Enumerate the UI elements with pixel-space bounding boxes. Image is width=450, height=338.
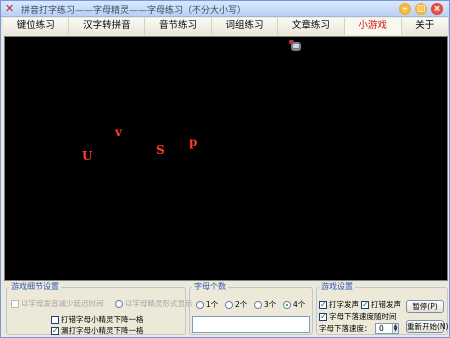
group-legend: 游戏细节设置: [11, 282, 59, 291]
tab-mini-game[interactable]: 小游戏: [344, 18, 402, 35]
speed-label: 字母下落速度：: [319, 324, 372, 333]
radio-icon[interactable]: [254, 300, 262, 309]
spin-arrows-icon[interactable]: ▲ ▼: [392, 324, 398, 333]
falling-letter: U: [82, 149, 93, 163]
restart-button[interactable]: 重新开始(N): [406, 320, 448, 333]
option-wrong-key-drop[interactable]: 打错字母小精灵下降一格: [51, 315, 144, 324]
typing-input[interactable]: [192, 316, 310, 333]
falling-letter: S: [156, 143, 165, 157]
gear-icon: [289, 40, 303, 53]
radio-count-2[interactable]: 2个: [225, 300, 247, 309]
tab-key-position[interactable]: 键位练习: [3, 18, 70, 35]
checkbox-icon[interactable]: [319, 300, 327, 309]
falling-letter: p: [189, 135, 198, 149]
game-settings-group: 游戏设置 打字发声 打错发声 字母下落速度随时间 字母下落速度： 0 ▲▼ 暂停…: [316, 283, 448, 335]
option-error-sound[interactable]: 打错发声: [361, 300, 401, 309]
window-title: 拼音打字练习——字母精灵——字母练习（不分大小写）: [21, 6, 247, 16]
control-panel: 游戏细节设置 以字母发音减少延迟时间 以字母精灵形式显示 打错字母小精灵下降一格…: [4, 283, 448, 337]
letter-count-group: 字母个数 1个 2个 3个 4个: [189, 283, 313, 335]
checkbox-icon[interactable]: [319, 312, 327, 321]
title-bar: ✕ 拼音打字练习——字母精灵——字母练习（不分大小写） – □ ×: [1, 1, 449, 17]
radio-count-4[interactable]: 4个: [283, 300, 305, 309]
checkbox-icon[interactable]: [51, 326, 59, 335]
group-legend: 字母个数: [194, 282, 226, 291]
checkbox-icon[interactable]: [51, 315, 59, 324]
game-area[interactable]: v U S p: [4, 36, 448, 281]
game-detail-settings-group: 游戏细节设置 以字母发音减少延迟时间 以字母精灵形式显示 打错字母小精灵下降一格…: [6, 282, 193, 335]
disabled-option-sprite: 以字母精灵形式显示: [115, 299, 193, 308]
radio-icon[interactable]: [283, 300, 291, 309]
maximize-button[interactable]: □: [415, 3, 427, 15]
minimize-button[interactable]: –: [399, 3, 411, 15]
tab-hanzi-to-pinyin[interactable]: 汉字转拼音: [69, 18, 146, 35]
disabled-option-sound: 以字母发音减少延迟时间: [11, 299, 104, 308]
radio-icon[interactable]: [225, 300, 233, 309]
radio-count-3[interactable]: 3个: [254, 300, 276, 309]
radio-icon[interactable]: [196, 300, 204, 309]
close-button[interactable]: ×: [431, 3, 443, 15]
tab-phrase[interactable]: 词组练习: [211, 18, 279, 35]
checkbox-icon[interactable]: [361, 300, 369, 309]
radio-icon: [115, 299, 123, 308]
option-speed-with-time[interactable]: 字母下落速度随时间: [319, 312, 397, 321]
option-missed-key-drop[interactable]: 漏打字母小精灵下降一格: [51, 326, 144, 335]
checkbox-icon: [11, 299, 19, 308]
tab-bar: 键位练习 汉字转拼音 音节练习 词组练习 文章练习 小游戏 关于: [3, 18, 449, 35]
tab-article[interactable]: 文章练习: [278, 18, 345, 35]
main-window: ✕ 拼音打字练习——字母精灵——字母练习（不分大小写） – □ × 键位练习 汉…: [0, 0, 450, 338]
radio-count-1[interactable]: 1个: [196, 300, 218, 309]
option-typing-sound[interactable]: 打字发声: [319, 300, 359, 309]
falling-letter: v: [115, 125, 122, 139]
speed-stepper[interactable]: 0 ▲ ▼: [375, 323, 399, 334]
tab-about[interactable]: 关于: [401, 18, 449, 35]
group-legend: 游戏设置: [321, 282, 353, 291]
tab-syllable[interactable]: 音节练习: [145, 18, 212, 35]
app-logo-icon: ✕: [5, 2, 15, 15]
pause-button[interactable]: 暂停(P): [406, 300, 444, 313]
